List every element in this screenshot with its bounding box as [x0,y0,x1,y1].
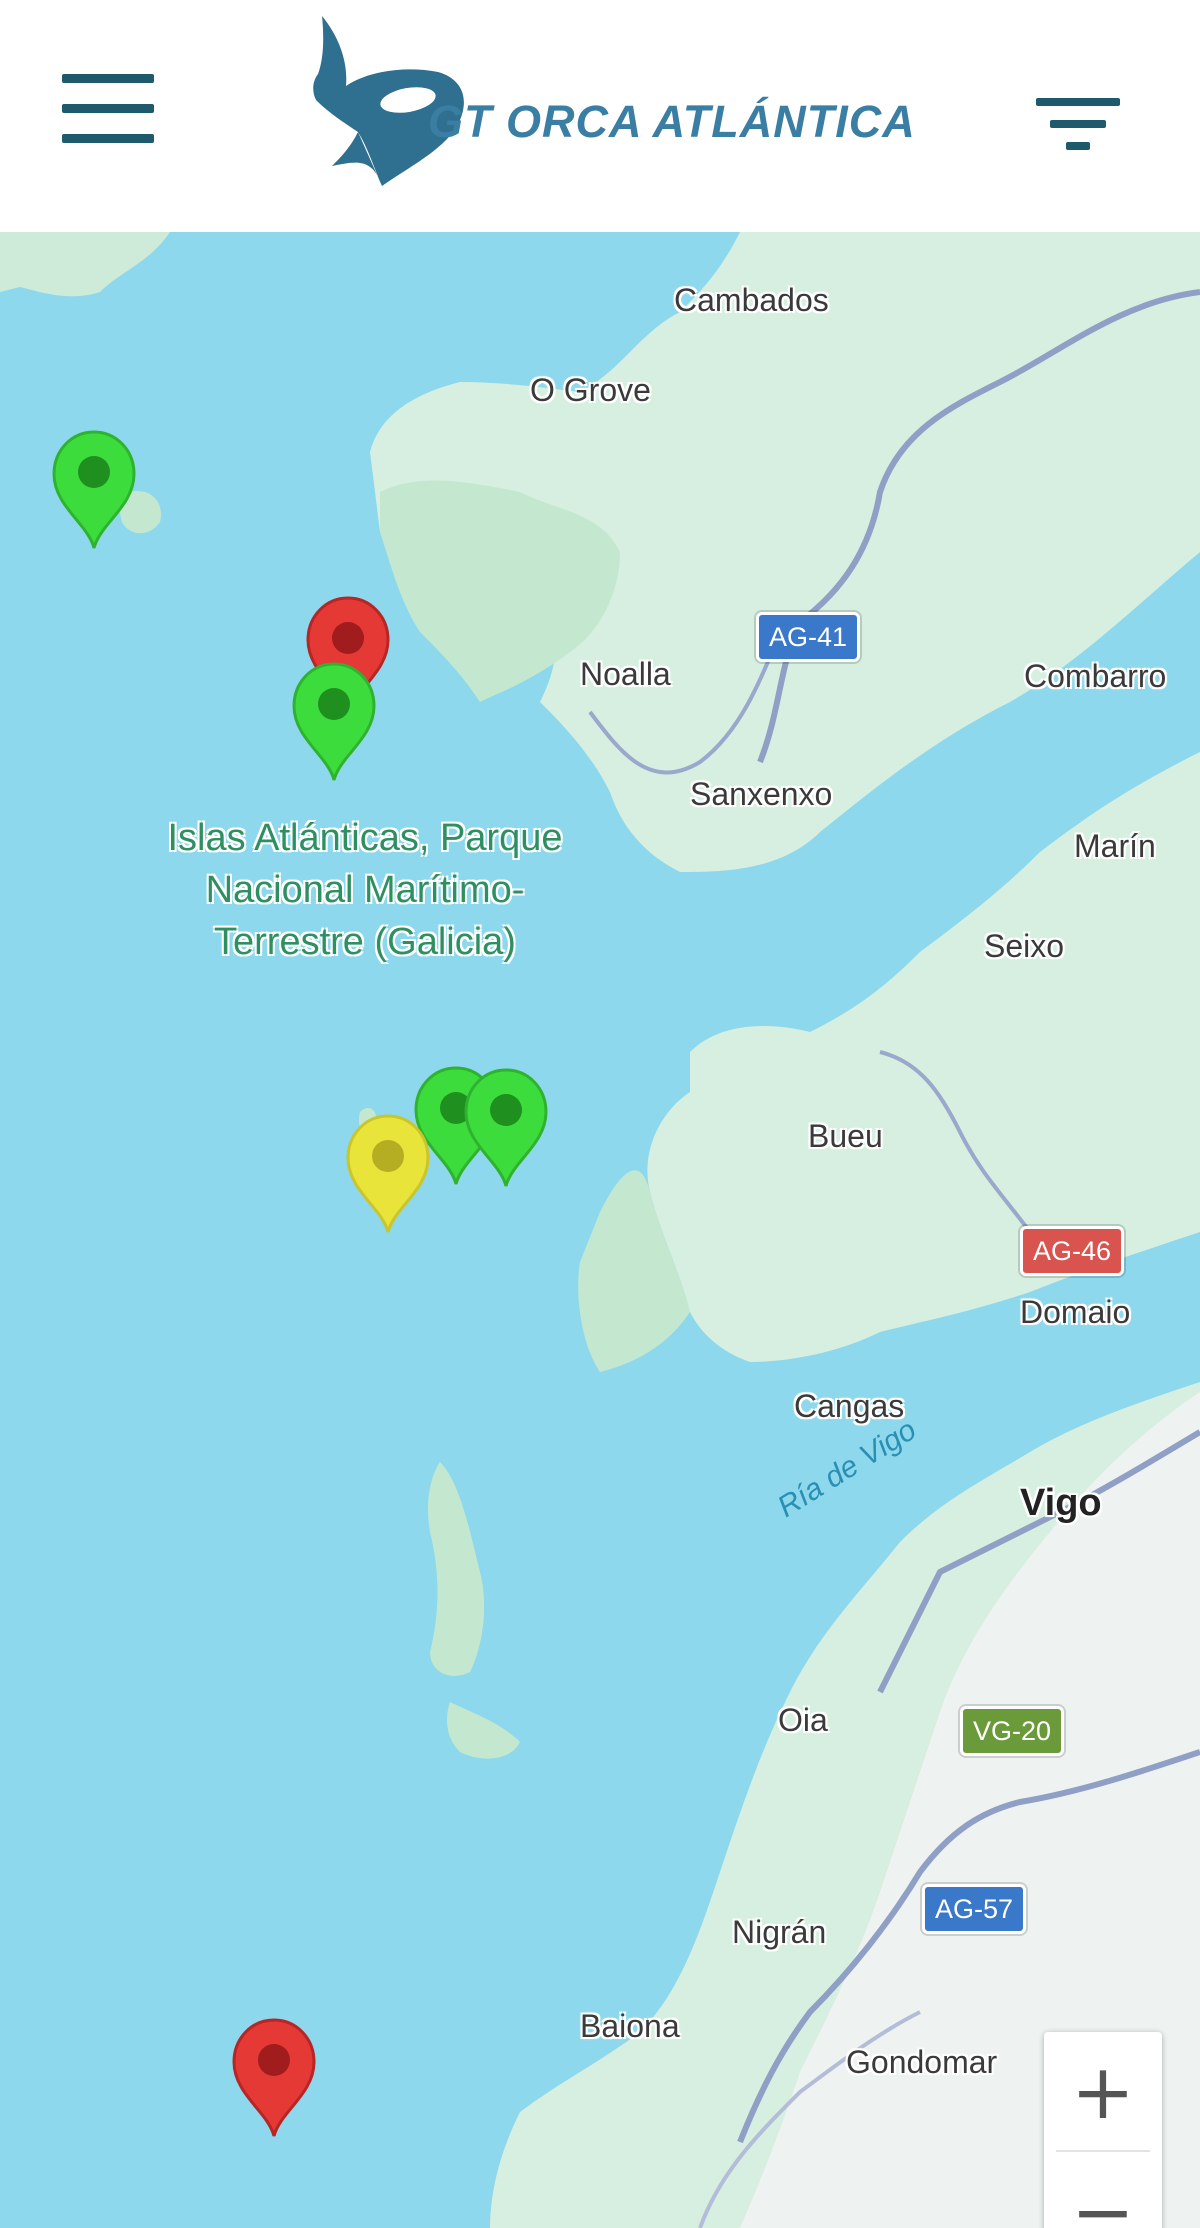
place-label: Seixo [984,928,1065,964]
place-label: Sanxenxo [690,776,833,812]
place-label: Baiona [580,2008,680,2044]
map-view[interactable]: Cambados O Grove Noalla Combarro Sanxenx… [0,232,1200,2228]
zoom-controls: + − [1044,2032,1162,2228]
park-label: Islas Atlánticas, Parque Nacional Maríti… [167,817,563,963]
place-label: Noalla [580,656,671,692]
zoom-out-button[interactable]: − [1044,2152,1162,2228]
place-label: Combarro [1024,658,1167,694]
place-label: Oia [778,1702,828,1738]
road-shield: AG-41 [756,612,861,662]
road-shield: AG-57 [922,1884,1027,1934]
sighting-marker[interactable] [342,1112,434,1236]
place-label: Gondomar [846,2044,998,2080]
zoom-in-button[interactable]: + [1044,2032,1162,2150]
hamburger-menu-icon[interactable] [58,74,158,143]
sighting-marker[interactable] [48,428,140,552]
place-label: Bueu [808,1118,883,1154]
place-label: Cambados [674,282,829,318]
place-label: O Grove [530,372,651,408]
sighting-marker[interactable] [288,660,380,784]
sighting-marker[interactable] [460,1066,552,1190]
place-label: Vigo [1020,1482,1102,1524]
place-label: Marín [1074,828,1156,864]
road-shield: AG-46 [1020,1226,1125,1276]
road-shield: VG-20 [960,1706,1065,1756]
place-label: Cangas [794,1388,905,1424]
place-label: Domaio [1020,1294,1131,1330]
filter-icon[interactable] [1032,92,1128,158]
sighting-marker[interactable] [228,2016,320,2140]
brand-name: GT ORCA ATLÁNTICA [428,96,916,147]
app-header: GT ORCA ATLÁNTICA [0,0,1200,232]
place-label: Nigrán [732,1914,827,1950]
